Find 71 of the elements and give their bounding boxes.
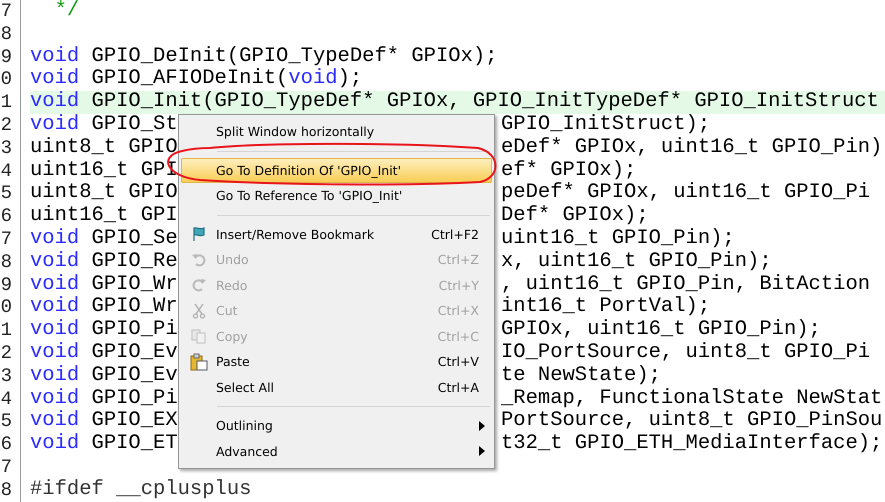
code-text: x, uint16_t GPIO_Pin); bbox=[501, 250, 772, 274]
code-text: void GPIO_Wr bbox=[30, 274, 179, 296]
code-text: void GPIO_Wr bbox=[30, 296, 179, 319]
line-number: 2 bbox=[0, 342, 12, 365]
code-text: eDef* GPIOx, uint16_t GPIO_Pin) bbox=[501, 136, 882, 160]
code-text: GPIO_InitStruct); bbox=[501, 114, 710, 137]
line-number: 5 bbox=[0, 182, 12, 206]
code-text: void GPIO_AFIODeInit(void); bbox=[30, 68, 362, 91]
line-number: 3 bbox=[0, 364, 12, 388]
line-number: 7 bbox=[0, 456, 12, 479]
code-text: */ bbox=[54, 0, 80, 23]
line-number: 8 bbox=[0, 478, 12, 502]
scissors-icon bbox=[191, 302, 207, 319]
code-text: void GPIO_Pi bbox=[30, 319, 179, 342]
code-text: t32_t GPIO_ETH_MediaInterface); bbox=[501, 433, 882, 456]
line-number: 7 bbox=[0, 0, 12, 23]
clipboard-icon bbox=[190, 352, 208, 371]
line-number: 9 bbox=[0, 46, 12, 68]
code-text: void GPIO_St bbox=[30, 114, 179, 137]
code-text: int16_t PortVal); bbox=[501, 296, 710, 319]
line-number: 0 bbox=[0, 296, 12, 320]
menu-item[interactable]: Go To Definition Of 'GPIO_Init' bbox=[181, 158, 492, 183]
code-text: ef* GPIOx); bbox=[501, 160, 636, 182]
line-number: 7 bbox=[0, 228, 12, 251]
line-number: 1 bbox=[0, 319, 12, 342]
code-text: #ifdef __cplusplus bbox=[30, 478, 252, 502]
code-text: IO_PortSource, uint8_t GPIO_Pi bbox=[501, 342, 870, 365]
code-text: uint8_t GPIO bbox=[30, 136, 179, 160]
line-number: 3 bbox=[0, 136, 12, 160]
code-text: uint8_t GPIO bbox=[30, 182, 179, 205]
code-text: te NewState); bbox=[501, 364, 661, 388]
flag-icon bbox=[191, 226, 207, 242]
code-text: uint16_t GPI bbox=[30, 160, 179, 182]
line-number: 1 bbox=[0, 91, 12, 114]
menu-item[interactable]: Select All Ctrl+A bbox=[181, 374, 492, 400]
code-text: void GPIO_Re bbox=[30, 250, 179, 274]
code-text: void GPIO_EX bbox=[30, 410, 179, 433]
line-number: 4 bbox=[0, 160, 12, 182]
line-number: 0 bbox=[0, 68, 12, 92]
line-number: 9 bbox=[0, 274, 12, 296]
line-number: 8 bbox=[0, 22, 12, 46]
code-text: GPIOx, uint16_t GPIO_Pin); bbox=[501, 319, 821, 342]
line-number: 4 bbox=[0, 388, 12, 410]
copy-icon bbox=[191, 328, 207, 344]
redo-icon bbox=[191, 277, 207, 294]
code-text: void GPIO_Ev bbox=[30, 364, 179, 388]
code-text: , uint16_t GPIO_Pin, BitAction bbox=[501, 274, 870, 296]
line-number: 5 bbox=[0, 410, 12, 434]
line-number: 6 bbox=[0, 205, 12, 228]
code-text: void GPIO_Init(GPIO_TypeDef* GPIOx, GPIO_InitTypeDef* GPIO_InitStruct bbox=[30, 91, 879, 114]
code-text: uint16_t GPIO_Pin); bbox=[501, 228, 735, 251]
line-number: 6 bbox=[0, 433, 12, 456]
code-text: void GPIO_Pi bbox=[30, 388, 179, 410]
menu-item[interactable]: Go To Reference To 'GPIO_Init' bbox=[181, 183, 492, 208]
code-text: void GPIO_DeInit(GPIO_TypeDef* GPIOx); bbox=[30, 46, 498, 68]
line-number: 8 bbox=[0, 250, 12, 274]
undo-icon bbox=[191, 252, 207, 268]
menu-item[interactable]: Advanced bbox=[181, 438, 492, 464]
code-text: Def* GPIOx); bbox=[501, 205, 649, 228]
code-text: _Remap, FunctionalState NewStat bbox=[501, 388, 882, 410]
line-number: 2 bbox=[0, 114, 12, 137]
code-text: void GPIO_ET bbox=[30, 433, 179, 456]
code-text: PortSource, uint8_t GPIO_PinSou bbox=[501, 410, 882, 433]
code-text: peDef* GPIOx, uint16_t GPIO_Pi bbox=[501, 182, 870, 205]
code-text: uint16_t GPI bbox=[30, 205, 179, 228]
menu-item[interactable]: Split Window horizontally bbox=[181, 119, 492, 144]
menu-item[interactable]: Outlining bbox=[181, 413, 492, 438]
code-text: void GPIO_Se bbox=[30, 228, 179, 251]
menu-item[interactable]: Paste Ctrl+V bbox=[181, 349, 492, 374]
menu-item[interactable]: Insert/Remove Bookmark Ctrl+F2 bbox=[181, 222, 492, 247]
code-text: void GPIO_Ev bbox=[30, 342, 179, 365]
